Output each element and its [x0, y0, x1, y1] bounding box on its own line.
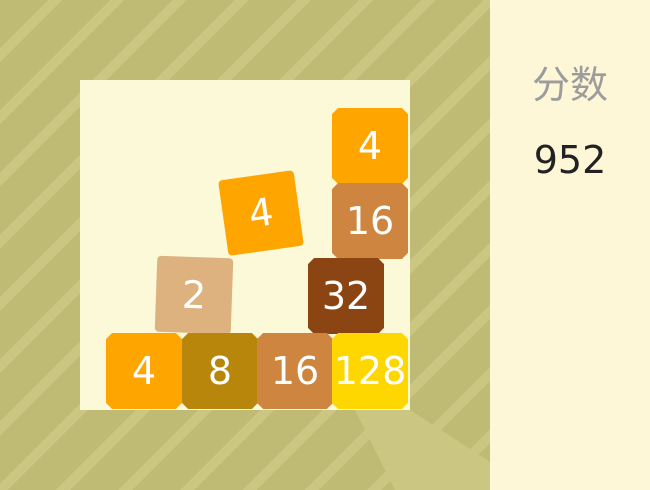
- tile: 128: [332, 333, 408, 409]
- tile: 8: [182, 333, 258, 409]
- game-stage: 4 16 4 32 2 4 8 16 128: [0, 0, 490, 490]
- tile: 2: [154, 255, 234, 335]
- tile: 4: [332, 108, 408, 184]
- tile: 16: [257, 333, 333, 409]
- tile: 32: [308, 258, 384, 334]
- tile: 4: [218, 170, 304, 256]
- tile: 4: [106, 333, 182, 409]
- score-value: 952: [533, 138, 607, 182]
- score-panel: 分数 952: [490, 0, 650, 490]
- game-board[interactable]: 4 16 4 32 2 4 8 16 128: [80, 80, 410, 410]
- score-label: 分数: [531, 63, 608, 107]
- tile: 16: [332, 183, 408, 259]
